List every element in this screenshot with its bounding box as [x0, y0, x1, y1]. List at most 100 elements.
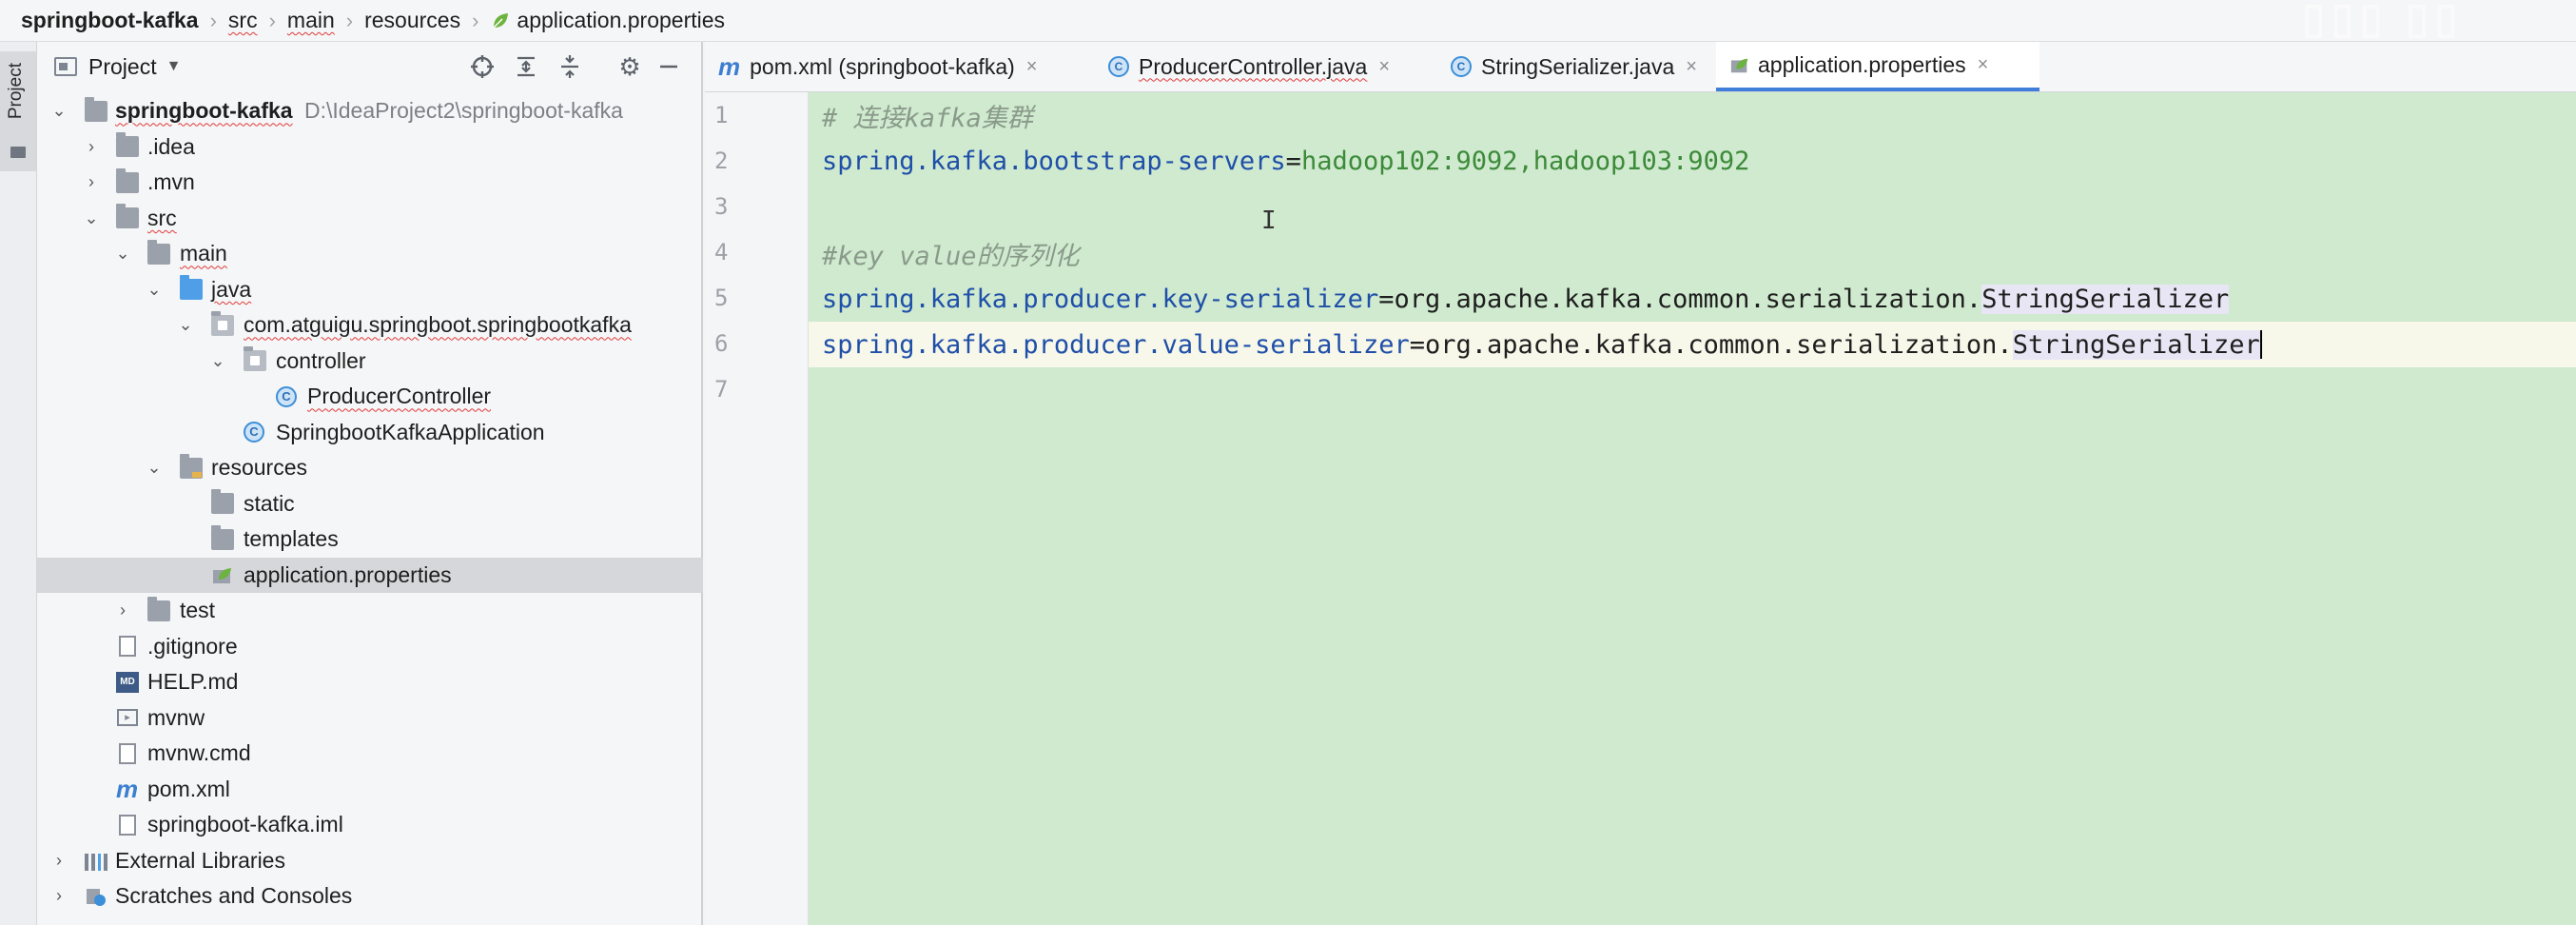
tree-item-scratches[interactable]: › Scratches and Consoles: [37, 878, 703, 915]
tree-item-label: External Libraries: [115, 847, 285, 873]
line-number: 4: [714, 239, 729, 266]
tree-item-main[interactable]: ⌄ main: [37, 236, 703, 272]
scratches-icon: [87, 888, 106, 906]
code-line-4[interactable]: #key value的序列化: [822, 230, 1080, 276]
folder-icon: [116, 132, 139, 158]
property-separator: =: [1409, 329, 1425, 360]
chevron-down-icon[interactable]: ⌄: [82, 208, 101, 228]
tree-item-external-libraries[interactable]: › External Libraries: [37, 843, 703, 879]
tree-item-path: D:\IdeaProject2\springboot-kafka: [303, 98, 623, 124]
property-value-class: StringSerializer: [2012, 329, 2260, 360]
chevron-right-icon[interactable]: ›: [113, 600, 132, 620]
breadcrumb-file-label: application.properties: [517, 8, 726, 32]
tree-item-label: mvnw: [147, 704, 205, 730]
line-number-gutter: 1 2 3 4 5 6 7: [705, 92, 809, 925]
chevron-down-icon[interactable]: ⌄: [49, 101, 68, 121]
code-line-5[interactable]: spring.kafka.producer.key-serializer = org…: [822, 276, 2230, 322]
tree-item-pom-xml[interactable]: m pom.xml: [37, 772, 703, 808]
project-tool-window: Project ▼ ⚙ ⌄ springboot-kafka D:\IdeaPr…: [37, 42, 703, 925]
tab-pom-xml[interactable]: m pom.xml (springboot-kafka) ×: [705, 42, 1076, 91]
tree-item-label: .idea: [147, 133, 195, 159]
close-icon[interactable]: ×: [1978, 54, 1989, 76]
chevron-down-icon[interactable]: ⌄: [208, 351, 227, 371]
tree-item-mvnw[interactable]: ▸ mvnw: [37, 700, 703, 737]
chevron-right-icon[interactable]: ›: [82, 137, 101, 157]
breadcrumb-separator-icon: ›: [345, 8, 354, 32]
property-key: spring.kafka.bootstrap-servers: [822, 146, 1286, 176]
tree-item-static[interactable]: static: [37, 486, 703, 522]
breadcrumb-separator-icon: ›: [268, 8, 276, 32]
code-line-6[interactable]: spring.kafka.producer.value-serializer = o…: [822, 322, 2262, 367]
minimize-icon[interactable]: [654, 51, 684, 82]
close-icon[interactable]: ×: [1378, 56, 1390, 78]
tree-item-label: springboot-kafka.iml: [147, 812, 343, 837]
tab-application-properties[interactable]: application.properties ×: [1716, 42, 2039, 91]
project-view-selector[interactable]: Project: [88, 54, 157, 80]
breadcrumb-item-main[interactable]: main: [287, 8, 335, 33]
line-number: 7: [714, 376, 729, 403]
tree-item-templates[interactable]: templates: [37, 522, 703, 558]
code-line-2[interactable]: spring.kafka.bootstrap-servers = hadoop102…: [822, 138, 1749, 184]
chevron-right-icon[interactable]: ›: [49, 886, 68, 906]
tool-window-stripe: Project: [0, 42, 37, 925]
breadcrumb-item-resources[interactable]: resources: [364, 8, 460, 33]
tree-item-application-properties[interactable]: application.properties: [37, 557, 703, 593]
tree-item-help-md[interactable]: MD HELP.md: [37, 664, 703, 700]
tree-item-src[interactable]: ⌄ src: [37, 201, 703, 237]
tree-item-label: src: [147, 205, 177, 230]
tree-item-label: templates: [244, 526, 339, 552]
chevron-down-icon[interactable]: ▼: [166, 58, 182, 75]
tree-item-springboot-kafka[interactable]: ⌄ springboot-kafka D:\IdeaProject2\sprin…: [37, 93, 703, 129]
folder-icon: [211, 524, 234, 550]
folder-icon: [116, 167, 139, 193]
tree-item-controller[interactable]: ⌄ controller: [37, 344, 703, 380]
folder-icon: [116, 204, 139, 229]
chevron-down-icon[interactable]: ⌄: [145, 458, 164, 478]
line-number: 6: [714, 330, 729, 357]
text-caret: [2259, 330, 2262, 359]
tree-item-gitignore[interactable]: .gitignore: [37, 629, 703, 665]
gear-icon[interactable]: ⚙: [615, 51, 645, 82]
close-icon[interactable]: ×: [1026, 56, 1038, 78]
tab-string-serializer[interactable]: C StringSerializer.java ×: [1437, 42, 1742, 91]
tree-item-label: com.atguigu.springboot.springbootkafka: [244, 312, 632, 338]
tree-item-label: .gitignore: [147, 633, 238, 659]
project-tool-window-button[interactable]: Project: [0, 51, 36, 171]
project-panel-header: Project ▼ ⚙: [37, 42, 703, 91]
tree-item-idea[interactable]: › .idea: [37, 129, 703, 166]
close-icon[interactable]: ×: [1686, 56, 1697, 78]
collapse-all-icon[interactable]: [555, 51, 585, 82]
tree-item-mvn[interactable]: › .mvn: [37, 165, 703, 201]
breadcrumb-item-src[interactable]: src: [228, 8, 258, 33]
code-editor[interactable]: # 连接kafka集群 spring.kafka.bootstrap-serve…: [809, 92, 2576, 925]
expand-all-icon[interactable]: [511, 51, 541, 82]
locate-target-icon[interactable]: [467, 51, 498, 82]
chevron-down-icon[interactable]: ⌄: [113, 244, 132, 264]
spring-leaf-icon: [493, 12, 509, 29]
tree-item-producer-controller[interactable]: C ProducerController: [37, 379, 703, 415]
tree-item-iml[interactable]: springboot-kafka.iml: [37, 807, 703, 843]
chevron-right-icon[interactable]: ›: [49, 851, 68, 871]
spring-properties-icon: [1730, 58, 1748, 73]
breadcrumb-item-project[interactable]: springboot-kafka: [21, 8, 199, 33]
chevron-down-icon[interactable]: ⌄: [145, 280, 164, 300]
tree-item-resources[interactable]: ⌄ resources: [37, 450, 703, 486]
maven-icon: m: [116, 775, 139, 804]
line-number: 3: [714, 193, 729, 220]
property-value: org.apache.kafka.common.serialization.: [1394, 284, 1982, 314]
tree-item-springboot-kafka-application[interactable]: C SpringbootKafkaApplication: [37, 415, 703, 451]
chevron-right-icon[interactable]: ›: [82, 172, 101, 192]
code-line-1[interactable]: # 连接kafka集群: [822, 92, 1033, 138]
tree-item-package[interactable]: ⌄ com.atguigu.springboot.springbootkafka: [37, 307, 703, 344]
tree-item-label: java: [211, 276, 252, 302]
tab-producer-controller[interactable]: C ProducerController.java ×: [1095, 42, 1437, 91]
tree-item-java[interactable]: ⌄ java: [37, 272, 703, 308]
chevron-down-icon[interactable]: ⌄: [176, 315, 195, 335]
tree-item-mvnw-cmd[interactable]: mvnw.cmd: [37, 736, 703, 772]
editor-tab-bar: m pom.xml (springboot-kafka) × C Produce…: [705, 42, 2576, 92]
breadcrumb-item-file[interactable]: application.properties: [490, 8, 725, 33]
tree-item-test[interactable]: › test: [37, 593, 703, 629]
breadcrumb-separator-icon: ›: [472, 8, 479, 32]
property-value: org.apache.kafka.common.serialization.: [1424, 329, 2013, 360]
class-icon: C: [276, 385, 297, 407]
